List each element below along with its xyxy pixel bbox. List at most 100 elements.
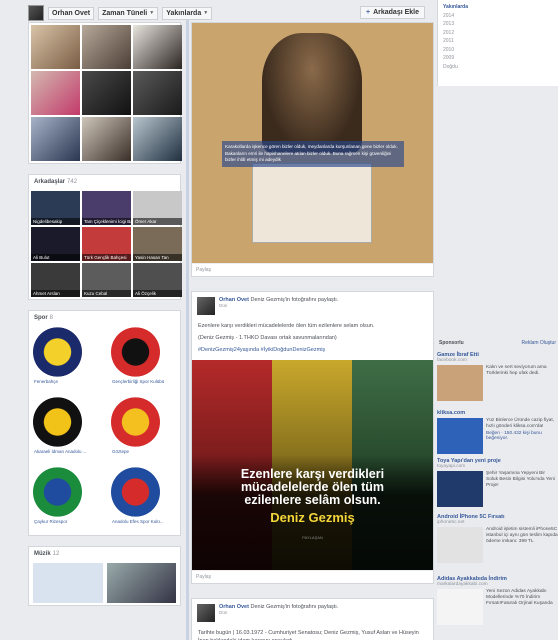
ad-like[interactable]: Beğen · 150.432 kişi bunu beğeniyor. bbox=[486, 431, 558, 441]
share-post: Orhan Ovet Deniz Gezmiş'in fotoğrafını p… bbox=[191, 291, 434, 584]
sport-heading[interactable]: Spor 8 bbox=[29, 311, 180, 325]
year-link[interactable]: 2013 bbox=[443, 20, 553, 29]
ad-url: facebook.com bbox=[437, 358, 467, 363]
photo-thumb[interactable] bbox=[133, 25, 182, 69]
friends-heading[interactable]: Arkadaşlar 742 bbox=[29, 175, 180, 189]
photo-thumb[interactable] bbox=[31, 71, 80, 115]
image-footer: PAYLAŞAN bbox=[302, 535, 323, 540]
friend-item[interactable]: Ahmet Arslan bbox=[31, 263, 80, 297]
photo-thumb[interactable] bbox=[31, 117, 80, 161]
sport-count: 8 bbox=[49, 315, 54, 321]
photo-thumb[interactable] bbox=[82, 117, 131, 161]
team-logo bbox=[33, 397, 82, 447]
year-link[interactable]: 2009 bbox=[443, 54, 553, 63]
ad-title[interactable]: kliksa.com bbox=[437, 410, 558, 416]
add-friend-label: Arkadaşı Ekle bbox=[373, 9, 419, 16]
share-link[interactable]: Paylaş bbox=[192, 263, 433, 276]
timeline-header: Orhan Ovet Zaman Tüneli ▼ Yakınlarda ▼ +… bbox=[28, 4, 425, 22]
friends-title: Arkadaşlar bbox=[34, 179, 66, 185]
year-link[interactable]: 2010 bbox=[443, 46, 553, 55]
photo-post: Karakollarda işkence gören bizler olduk,… bbox=[191, 22, 434, 277]
author-avatar[interactable] bbox=[197, 297, 215, 315]
year-link[interactable]: 2012 bbox=[443, 29, 553, 38]
friend-item[interactable]: Ali Bulut bbox=[31, 227, 80, 261]
friend-item[interactable]: Kuzu Cebal bbox=[82, 263, 131, 297]
music-thumb[interactable] bbox=[33, 563, 103, 603]
author-avatar[interactable] bbox=[197, 604, 215, 622]
recent-dropdown[interactable]: Yakınlarda ▼ bbox=[162, 6, 213, 20]
friend-item[interactable]: Yasin Hasan Tan bbox=[133, 227, 182, 261]
photo-thumb[interactable] bbox=[82, 25, 131, 69]
year-link[interactable]: Yakınlarda bbox=[443, 3, 553, 12]
team-logo bbox=[111, 467, 160, 517]
sport-item[interactable]: Fenerbahçe bbox=[33, 327, 103, 393]
ad-image[interactable] bbox=[437, 418, 483, 454]
friend-name: Ali Bulut bbox=[31, 254, 80, 261]
post-time[interactable]: Dün bbox=[219, 610, 338, 615]
team-name: Göztepe bbox=[112, 449, 130, 454]
friends-card: Arkadaşlar 742 Nigdelibesakip Tam Çiçeklen… bbox=[28, 174, 182, 300]
music-count: 12 bbox=[52, 551, 60, 557]
timeline-column: Karakollarda işkence gören bizler olduk,… bbox=[191, 22, 434, 640]
friend-item[interactable]: Tam Çiçeklenimi İcigi Başlamakta bbox=[82, 191, 131, 225]
profile-avatar[interactable] bbox=[28, 5, 44, 21]
post-text-quote: (Deniz Gezmiş - 1.THKO Davası ortak savu… bbox=[198, 335, 337, 341]
timeline-dropdown-label: Zaman Tüneli bbox=[102, 9, 148, 17]
year-link[interactable]: 2011 bbox=[443, 37, 553, 46]
photo-thumb[interactable] bbox=[82, 71, 131, 115]
year-link[interactable]: 2014 bbox=[443, 12, 553, 21]
friend-name: Ömer Akar bbox=[133, 218, 182, 225]
friend-item[interactable]: Ali Özçelik bbox=[133, 263, 182, 297]
create-ad-link[interactable]: Reklam Oluştur bbox=[522, 340, 556, 346]
sponsored-ad[interactable]: Android İPhone 5C Fırsatı iphone5c.net And… bbox=[437, 514, 558, 563]
friend-item[interactable]: Türk Gençlik Bahçesi bbox=[82, 227, 131, 261]
post-hashtags[interactable]: #DenizGezmiş24yaşında #İyikiDoğdunDenizG… bbox=[192, 344, 433, 356]
timeline-dropdown[interactable]: Zaman Tüneli ▼ bbox=[98, 6, 159, 20]
ad-image[interactable] bbox=[437, 471, 483, 507]
friend-name: Ali Özçelik bbox=[133, 290, 182, 297]
sport-item[interactable]: Anadolu Efes Spor Kulü... bbox=[111, 467, 181, 533]
team-name: Anadolu Efes Spor Kulü... bbox=[112, 519, 164, 524]
photo-thumb[interactable] bbox=[133, 117, 182, 161]
photo-thumb[interactable] bbox=[133, 71, 182, 115]
photos-card bbox=[28, 22, 182, 164]
post-header: Orhan Ovet Deniz Gezmiş'in fotoğrafını p… bbox=[192, 599, 433, 627]
friend-name: Nigdelibesakip bbox=[31, 218, 80, 225]
ad-url: iphone5c.net bbox=[437, 520, 465, 525]
share-link[interactable]: Paylaş bbox=[192, 570, 433, 583]
sponsored-label: Sponsorlu bbox=[439, 340, 464, 346]
photo-thumb[interactable] bbox=[31, 25, 80, 69]
post-photo[interactable]: Karakollarda işkence gören bizler olduk,… bbox=[192, 23, 433, 263]
sponsored-header: Sponsorlu Reklam Oluştur bbox=[437, 340, 558, 346]
add-friend-button[interactable]: + Arkadaşı Ekle bbox=[359, 6, 425, 19]
friend-item[interactable]: Ömer Akar bbox=[133, 191, 182, 225]
sponsored-ad[interactable]: Gamze İbraf Etti facebook.com Kalın ve ser… bbox=[437, 352, 558, 401]
sport-item[interactable]: Göztepe bbox=[111, 397, 181, 463]
year-link[interactable]: Doğdu bbox=[443, 63, 553, 72]
post-image[interactable]: Ezenlere karşı verdikleri mücadelelerde … bbox=[192, 360, 433, 570]
team-name: Fenerbahçe bbox=[34, 379, 59, 384]
music-card: Müzik 12 bbox=[28, 546, 181, 606]
team-name: Akaraeli İdman Anadolu ... bbox=[34, 449, 87, 454]
ad-image[interactable] bbox=[437, 365, 483, 401]
sponsored-ad[interactable]: Adidas Ayakkabıda İndirim markalardayakka… bbox=[437, 576, 558, 625]
post-text: Ezenlere karşı verdikleri mücadelelerde … bbox=[198, 323, 375, 329]
music-thumb[interactable] bbox=[106, 563, 176, 603]
right-column: Yakınlarda 2014 2013 2012 2011 2010 2009 Doğdu … bbox=[437, 0, 558, 640]
sport-item[interactable]: Çaykur Rizespor bbox=[33, 467, 103, 533]
friend-name: Kuzu Cebal bbox=[82, 290, 131, 297]
post-time[interactable]: Dün bbox=[219, 303, 338, 308]
sponsored-ad[interactable]: kliksa.com Yüz Binlerce Üründe cazip fiya… bbox=[437, 410, 558, 454]
sport-item[interactable]: Gençlerbirliği Spor Kulübü bbox=[111, 327, 181, 393]
profile-name[interactable]: Orhan Ovet bbox=[48, 6, 95, 20]
friend-item[interactable]: Nigdelibesakip bbox=[31, 191, 80, 225]
sport-title: Spor bbox=[34, 315, 48, 321]
ad-image[interactable] bbox=[437, 589, 483, 625]
sport-item[interactable]: Akaraeli İdman Anadolu ... bbox=[33, 397, 103, 463]
music-heading[interactable]: Müzik 12 bbox=[29, 547, 180, 561]
timeline-year-nav: Yakınlarda 2014 2013 2012 2011 2010 2009 Doğdu bbox=[437, 0, 558, 86]
team-name: Çaykur Rizespor bbox=[34, 519, 68, 524]
ad-image[interactable] bbox=[437, 527, 483, 563]
music-title: Müzik bbox=[34, 551, 51, 557]
sponsored-ad[interactable]: Toya Yapı'dan yeni proje toyayapi.com Şehi… bbox=[437, 458, 558, 507]
